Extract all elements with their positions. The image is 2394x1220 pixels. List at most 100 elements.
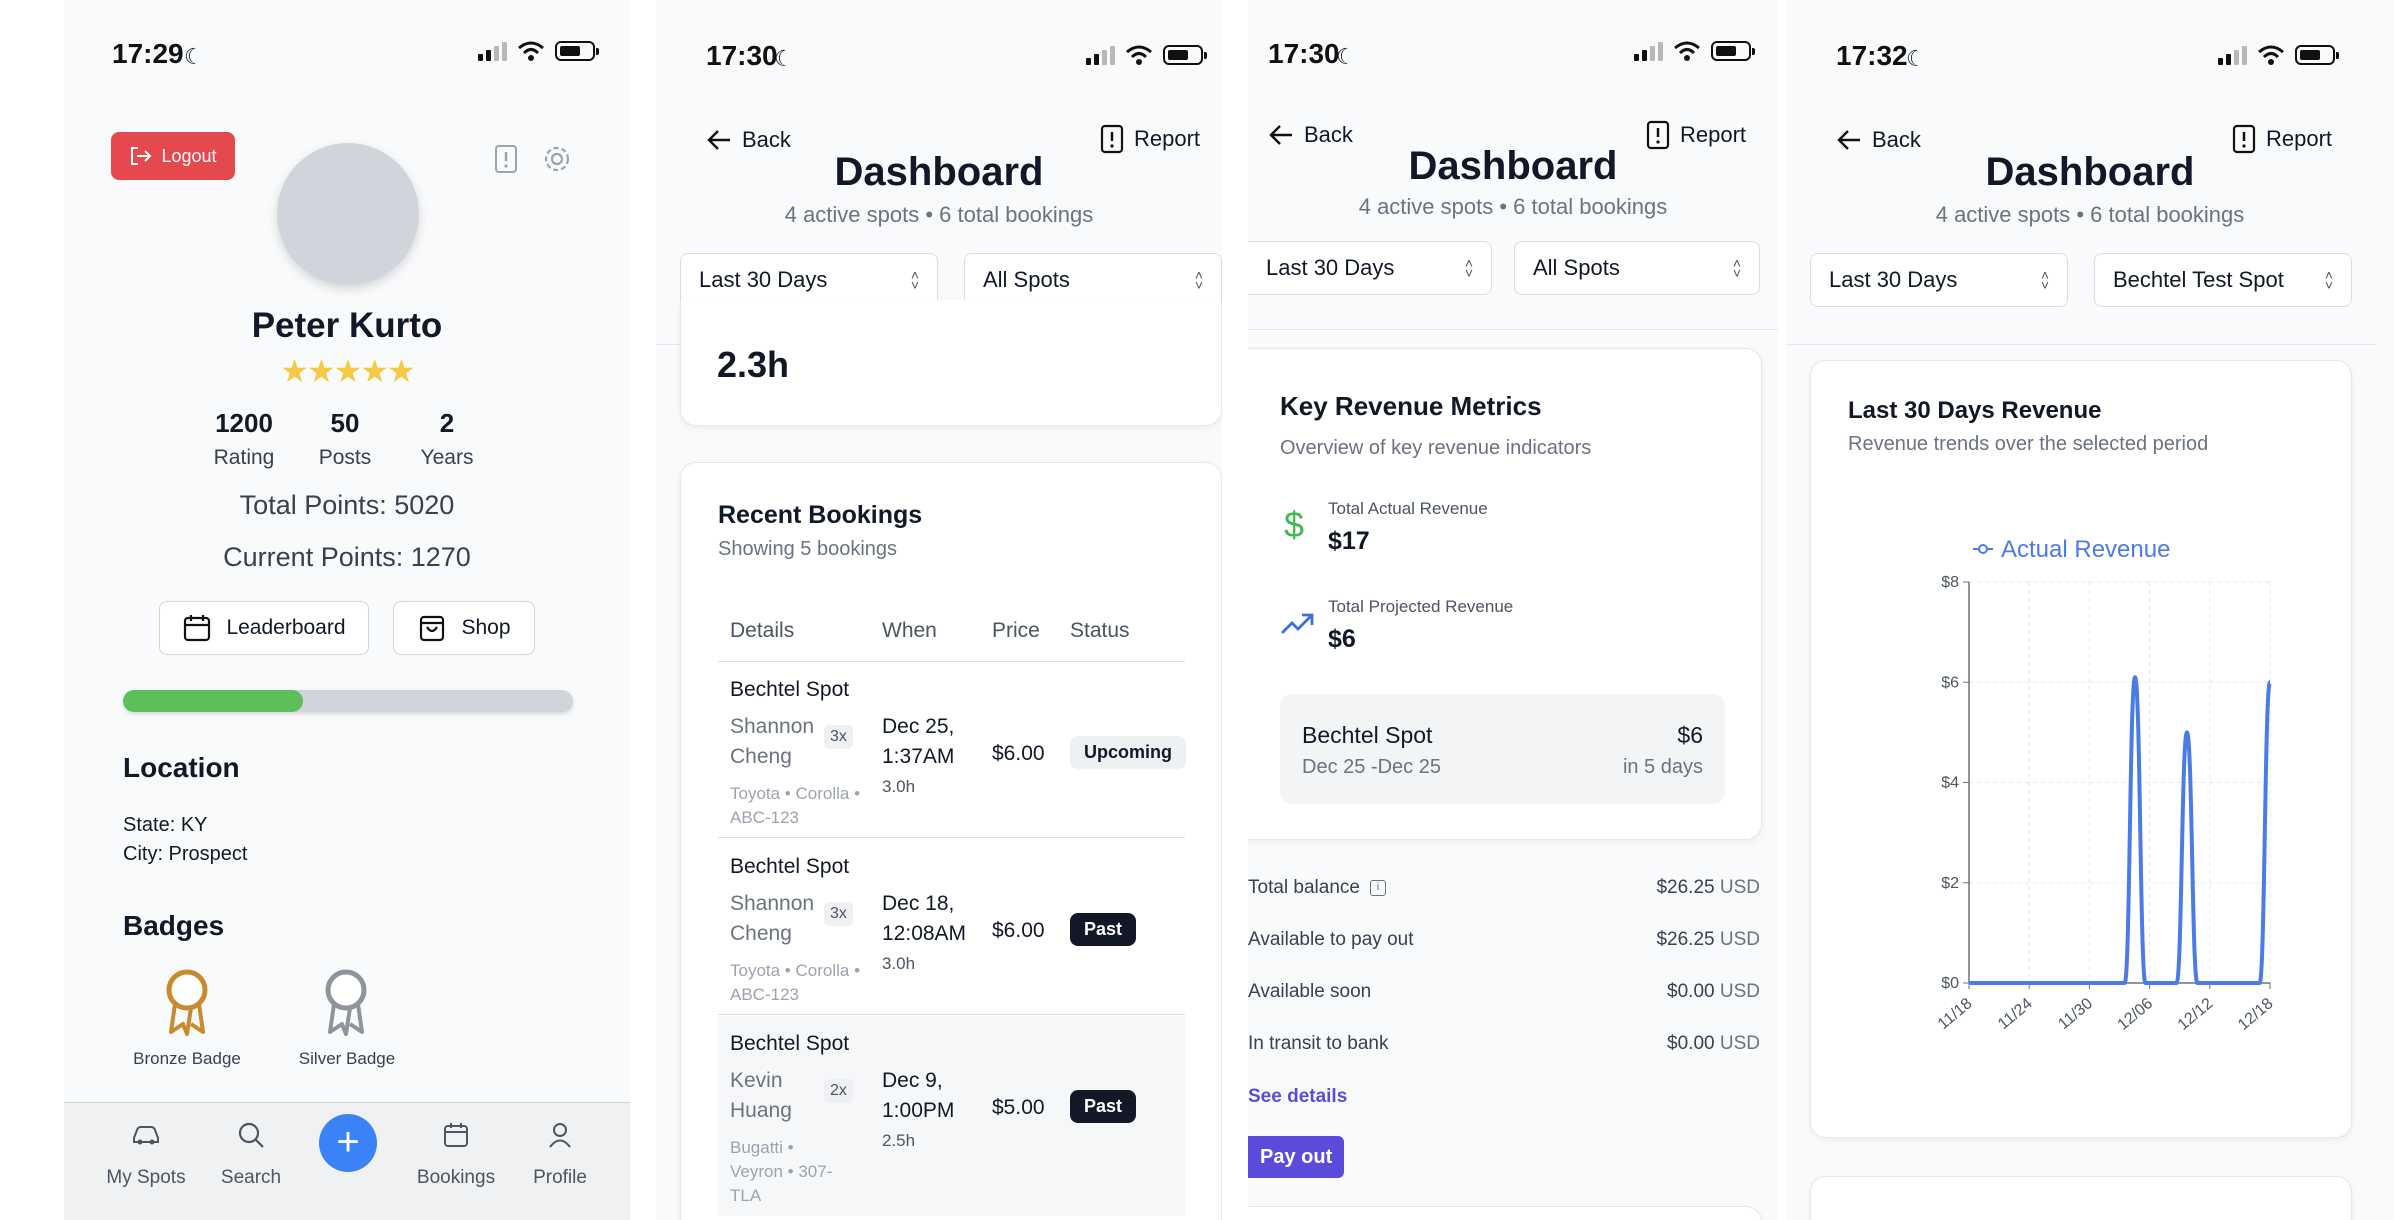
actual-revenue-label: Total Actual Revenue	[1328, 499, 1488, 518]
arrow-left-icon	[707, 130, 730, 150]
balance-value-soon: $0.00 USD	[1667, 981, 1760, 1003]
recent-bookings-title: Recent Bookings	[718, 501, 923, 529]
profile-screen: 17:29 ☾ Logout Peter Kurto ★★★★★ 1200 Ra…	[64, 0, 630, 1220]
chevron-updown-icon: ˄ ˅	[910, 267, 919, 293]
spot-select[interactable]: All Spots ˄ ˅	[964, 253, 1222, 307]
silver-badge-icon[interactable]	[322, 968, 370, 1036]
chevron-updown-icon: ˄ ˅	[2324, 267, 2333, 293]
x-tick-label: 12/12	[2175, 995, 2217, 1034]
period-select[interactable]: Last 30 Days ˄ ˅	[680, 253, 938, 307]
tab-bookings[interactable]: Bookings	[406, 1167, 506, 1189]
spot-select[interactable]: Bechtel Test Spot ˄ ˅	[2094, 253, 2352, 307]
stat-rating-value: 1200	[215, 408, 273, 438]
dollar-icon: $	[1284, 504, 1305, 545]
table-header	[718, 603, 1185, 604]
stat-rating-label: Rating	[213, 446, 275, 469]
moon-icon: ☾	[184, 44, 204, 69]
balance-label-soon: Available soon	[1248, 981, 1372, 1002]
points-progress-fill	[123, 690, 303, 712]
row-when: Dec 9, 1:00PM	[882, 1069, 955, 1122]
upcoming-spot-revenue[interactable]: Bechtel Spot $6 Dec 25 -Dec 25 in 5 days	[1280, 694, 1725, 804]
moon-icon: ☾	[1906, 46, 1926, 71]
status-time: 17:29	[112, 38, 184, 69]
shop-button[interactable]: Shop	[393, 601, 535, 655]
report-label: Report	[1134, 126, 1201, 151]
row-car: Bugatti • Veyron • 307-TLA	[730, 1138, 833, 1205]
spot-select-value: Bechtel Test Spot	[2113, 267, 2284, 292]
calendar-icon	[184, 615, 211, 642]
period-select[interactable]: Last 30 Days ˄ ˅	[1248, 241, 1492, 295]
system-status-icons	[1634, 40, 1755, 62]
table-row[interactable]: Bechtel Spot Kevin Huang 2x Bugatti • Ve…	[718, 1016, 1185, 1216]
bronze-badge-icon[interactable]	[163, 968, 211, 1036]
leaderboard-button[interactable]: Leaderboard	[159, 601, 369, 655]
silver-badge-label: Silver Badge	[298, 1049, 396, 1068]
status-badge: Upcoming	[1070, 736, 1186, 769]
divider	[1786, 344, 2376, 345]
profile-icon[interactable]	[545, 1120, 575, 1150]
location-heading: Location	[123, 752, 240, 783]
dashboard-bookings-screen: 17:30 ☾ Back Report Dashboard 4 active s…	[656, 0, 1222, 1220]
row-spot: Bechtel Spot	[730, 1032, 850, 1055]
row-car: Toyota • Corolla • ABC-123	[730, 784, 861, 827]
x-tick-label: 12/06	[2115, 995, 2157, 1034]
key-revenue-metrics-card: Key Revenue Metrics Overview of key reve…	[1248, 348, 1762, 840]
badges-heading: Badges	[123, 910, 225, 941]
bronze-badge-label: Bronze Badge	[133, 1049, 241, 1068]
column-header-when: When	[882, 619, 937, 642]
x-tick-label: 12/18	[2235, 995, 2277, 1034]
spot-select[interactable]: All Spots ˄ ˅	[1514, 241, 1760, 295]
row-price: $6.00	[992, 919, 1045, 942]
projected-revenue-value: $6	[1328, 625, 1356, 653]
row-count-badge: 3x	[824, 725, 853, 749]
recent-bookings-subtitle: Showing 5 bookings	[718, 538, 898, 560]
gear-icon[interactable]	[542, 144, 572, 174]
location-city: City: Prospect	[123, 843, 248, 865]
tab-my-spots[interactable]: My Spots	[96, 1167, 196, 1189]
moon-icon: ☾	[774, 46, 794, 71]
profile-name: Peter Kurto	[251, 306, 443, 345]
page-title: Dashboard	[1408, 144, 1618, 188]
signal-icon	[478, 41, 507, 61]
page-title: Dashboard	[1985, 150, 2195, 194]
car-icon[interactable]	[130, 1120, 162, 1148]
next-card-partial	[1810, 1176, 2352, 1220]
row-guest: Shannon Cheng	[730, 892, 815, 945]
logout-button[interactable]: Logout	[111, 132, 235, 180]
chevron-updown-icon: ˄ ˅	[1464, 255, 1473, 281]
column-header-details: Details	[730, 619, 795, 642]
balance-value-transit: $0.00 USD	[1667, 1033, 1760, 1055]
shopping-bag-icon	[420, 615, 445, 642]
avatar[interactable]	[277, 143, 419, 285]
battery-icon	[555, 41, 599, 61]
system-status-icons	[2218, 44, 2339, 66]
row-count-badge: 2x	[824, 1079, 853, 1103]
balance-currency: USD	[1719, 1033, 1760, 1054]
table-row[interactable]: Bechtel Spot Shannon Cheng 3x Toyota • C…	[718, 662, 1186, 838]
table-row[interactable]: Bechtel Spot Shannon Cheng 3x Toyota • C…	[718, 839, 1185, 1015]
trending-up-icon	[1281, 613, 1314, 634]
tab-search[interactable]: Search	[201, 1167, 301, 1189]
balance-value-available: $26.25 USD	[1656, 929, 1760, 951]
pay-out-button[interactable]: Pay out	[1248, 1136, 1345, 1178]
metrics-title: Key Revenue Metrics	[1280, 391, 1542, 421]
stat-years-label: Years	[420, 446, 474, 469]
add-button[interactable]: +	[319, 1114, 377, 1172]
y-tick-label: $6	[1941, 674, 1959, 691]
page-subtitle: 4 active spots • 6 total bookings	[1358, 194, 1668, 219]
wifi-icon	[1126, 45, 1152, 65]
tab-profile[interactable]: Profile	[510, 1167, 610, 1189]
report-icon[interactable]	[492, 144, 520, 174]
info-icon[interactable]: i	[1369, 880, 1386, 896]
plus-icon: +	[336, 1120, 360, 1164]
battery-icon	[1711, 41, 1755, 61]
search-icon[interactable]	[236, 1120, 266, 1150]
bookings-calendar-icon[interactable]	[441, 1120, 471, 1150]
spot-in-days: in 5 days	[1622, 756, 1703, 778]
signal-icon	[1086, 45, 1115, 65]
see-details-link[interactable]: See details	[1248, 1086, 1347, 1108]
period-select[interactable]: Last 30 Days ˄ ˅	[1810, 253, 2068, 307]
recent-bookings-card: Recent Bookings Showing 5 bookings Detai…	[680, 462, 1222, 1220]
divider	[1248, 329, 1778, 330]
y-tick-label: $0	[1941, 975, 1959, 992]
